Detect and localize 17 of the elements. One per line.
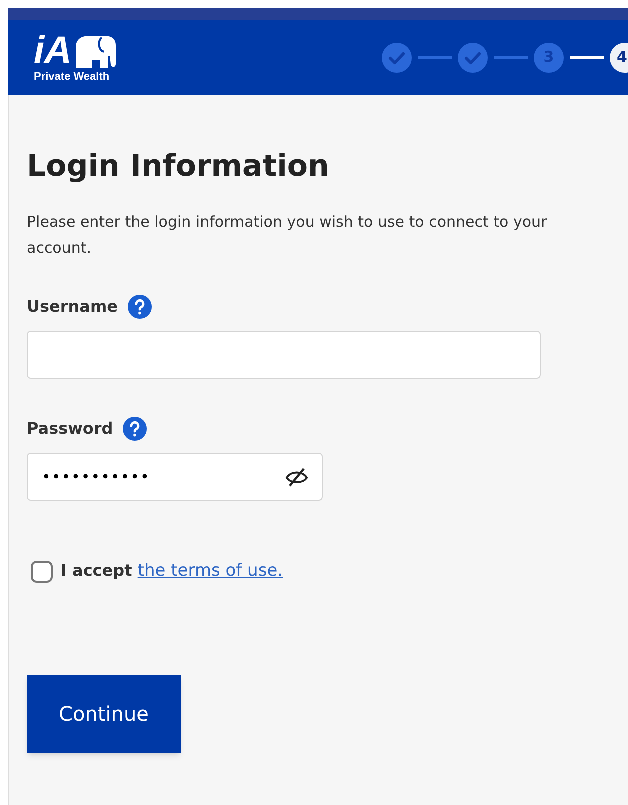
brand-tagline: Private Wealth [34, 70, 110, 84]
username-field[interactable] [27, 331, 541, 379]
terms-text: I accept the terms of use. [61, 560, 284, 583]
help-icon[interactable] [123, 417, 148, 441]
terms-link[interactable]: the terms of use. [138, 561, 284, 581]
help-icon[interactable] [128, 295, 152, 319]
brand-logo-text: iA [34, 32, 72, 70]
page-title: Login Information [27, 149, 330, 185]
field-label: Password [27, 418, 114, 440]
continue-button[interactable]: Continue [27, 674, 181, 752]
intro-text: Please enter the login information you wish to use to connect to your account. [27, 212, 548, 259]
field-label: Username [27, 296, 118, 318]
step-number: 4 [610, 42, 628, 72]
terms-checkbox[interactable] [31, 560, 53, 583]
elephant-icon [74, 34, 118, 70]
eye-slash-icon[interactable] [285, 466, 309, 488]
password-field[interactable]: ••••••••••• [27, 453, 323, 501]
